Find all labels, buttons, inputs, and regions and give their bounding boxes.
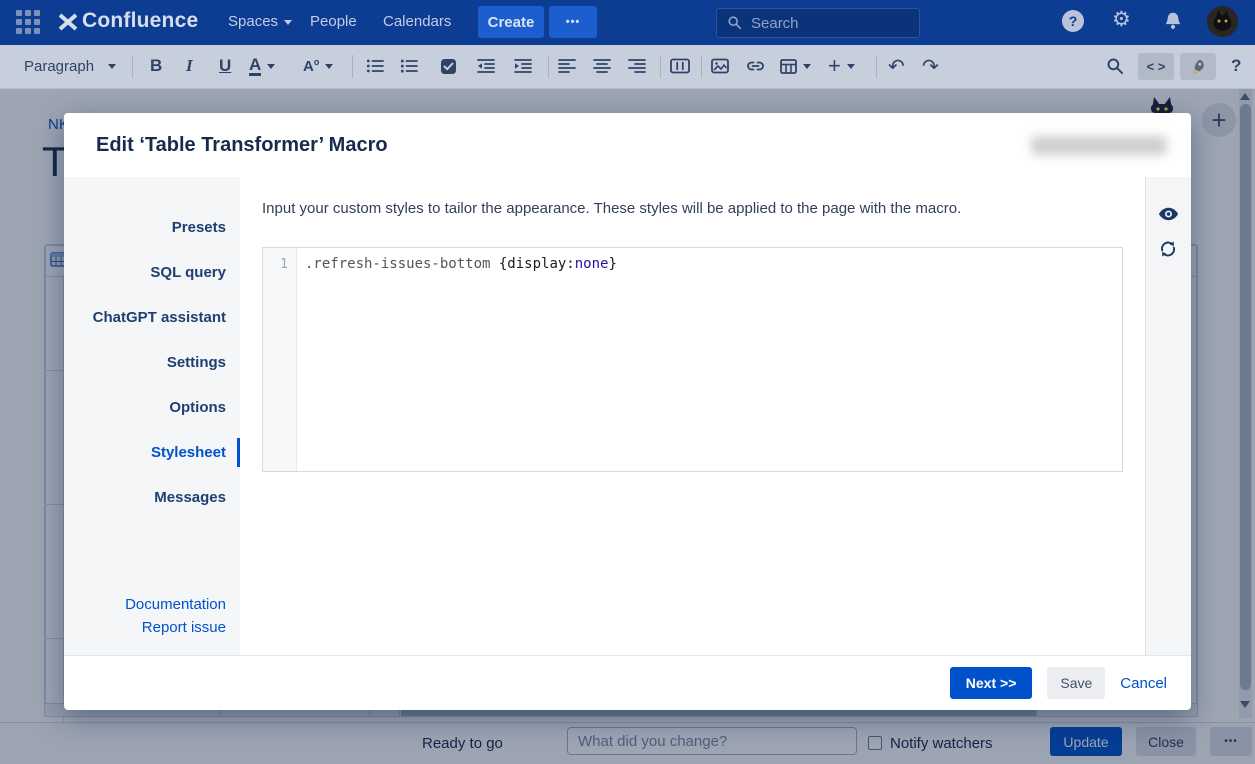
cat-ears-icon (1150, 96, 1174, 113)
chevron-down-icon (284, 19, 293, 25)
toolbar-help-button[interactable]: ? (1231, 45, 1241, 87)
nav-more-button[interactable]: ••• (549, 6, 597, 38)
tab-options[interactable]: Options (64, 385, 240, 430)
chevron-down-icon (803, 63, 811, 69)
toolbar-divider (876, 55, 877, 78)
confluence-logo-icon[interactable] (56, 11, 80, 38)
toolbar-divider (132, 55, 133, 78)
css-code-editor[interactable]: 1 .refresh-issues-bottom {display:none} (262, 247, 1123, 472)
align-center-icon[interactable] (593, 45, 611, 87)
paragraph-style-select[interactable]: Paragraph (24, 45, 117, 87)
italic-button[interactable]: I (186, 45, 193, 87)
refresh-icon[interactable] (1158, 239, 1178, 264)
chevron-down-icon (325, 63, 334, 69)
outdent-icon[interactable] (477, 45, 495, 87)
tab-settings[interactable]: Settings (64, 340, 240, 385)
create-button[interactable]: Create (478, 6, 544, 38)
tab-stylesheet[interactable]: Stylesheet (64, 430, 240, 475)
toolbar-divider (701, 55, 702, 78)
app-switcher-icon[interactable] (16, 10, 42, 36)
chevron-down-icon (108, 63, 117, 69)
line-number-gutter: 1 (263, 248, 297, 471)
save-button[interactable]: Save (1047, 667, 1106, 699)
tab-sql-query[interactable]: SQL query (64, 250, 240, 295)
layout-icon[interactable] (670, 45, 690, 87)
insert-more-button[interactable]: + (828, 45, 855, 87)
logo-text[interactable]: Confluence (82, 9, 198, 33)
bell-icon[interactable] (1162, 10, 1184, 37)
image-icon[interactable] (711, 45, 729, 87)
top-navbar: Confluence Spaces People Calendars Creat… (0, 0, 1255, 45)
search-placeholder: Search (751, 14, 799, 32)
bold-button[interactable]: B (150, 45, 162, 87)
redo-button[interactable]: ↷ (922, 45, 939, 87)
dialog-body: Presets SQL query ChatGPT assistant Sett… (64, 177, 1191, 655)
gear-icon[interactable]: ⚙ (1112, 9, 1131, 31)
instruction-text: Input your custom styles to tailor the a… (262, 200, 962, 217)
underline-button[interactable]: U (219, 45, 231, 87)
toolbar-divider (352, 55, 353, 78)
dialog-title: Edit ‘Table Transformer’ Macro (96, 134, 388, 156)
align-right-icon[interactable] (628, 45, 646, 87)
numbered-list-icon[interactable] (400, 45, 418, 87)
find-replace-icon[interactable] (1106, 45, 1125, 87)
redacted-version-text (1031, 136, 1167, 155)
dialog-side-actions (1145, 177, 1191, 655)
eye-icon[interactable] (1158, 206, 1179, 227)
next-button[interactable]: Next >> (949, 667, 1033, 699)
nav-people[interactable]: People (310, 13, 357, 30)
text-styles-button[interactable]: Ao (303, 45, 334, 87)
align-left-icon[interactable] (558, 45, 576, 87)
nav-calendars[interactable]: Calendars (383, 13, 451, 30)
dialog-footer: Next >> Save Cancel (64, 655, 1191, 710)
chevron-down-icon (846, 63, 855, 69)
tab-presets[interactable]: Presets (64, 205, 240, 250)
rocket-icon[interactable] (1180, 53, 1216, 80)
dialog-header: Edit ‘Table Transformer’ Macro (64, 113, 1191, 177)
report-issue-link[interactable]: Report issue (125, 616, 226, 639)
edit-macro-dialog: Edit ‘Table Transformer’ Macro Presets S… (64, 113, 1191, 710)
search-icon (727, 15, 743, 31)
nav-spaces[interactable]: Spaces (228, 13, 293, 30)
toolbar-divider (548, 55, 549, 78)
chevron-down-icon (267, 63, 276, 69)
cancel-button[interactable]: Cancel (1120, 675, 1167, 692)
dialog-sidebar: Presets SQL query ChatGPT assistant Sett… (64, 177, 240, 655)
source-editor-button[interactable]: < > (1138, 53, 1174, 80)
documentation-link[interactable]: Documentation (125, 593, 226, 616)
tab-messages[interactable]: Messages (64, 475, 240, 520)
text-color-button[interactable]: A (249, 45, 276, 87)
indent-icon[interactable] (514, 45, 532, 87)
bullet-list-icon[interactable] (366, 45, 384, 87)
tab-chatgpt-assistant[interactable]: ChatGPT assistant (64, 295, 240, 340)
confluence-window: Confluence Spaces People Calendars Creat… (0, 0, 1255, 764)
code-line[interactable]: .refresh-issues-bottom {display:none} (297, 248, 617, 471)
editor-toolbar: Paragraph B I U A Ao + ↶ ↷ < > ? (0, 45, 1255, 89)
help-icon[interactable]: ? (1062, 10, 1084, 32)
toolbar-divider (660, 55, 661, 78)
avatar[interactable] (1207, 6, 1238, 37)
link-icon[interactable] (746, 45, 765, 87)
task-icon[interactable] (440, 45, 457, 87)
undo-button[interactable]: ↶ (888, 45, 905, 87)
search-input[interactable]: Search (716, 8, 920, 38)
table-icon[interactable] (780, 45, 811, 87)
stylesheet-panel: Input your custom styles to tailor the a… (240, 177, 1145, 655)
